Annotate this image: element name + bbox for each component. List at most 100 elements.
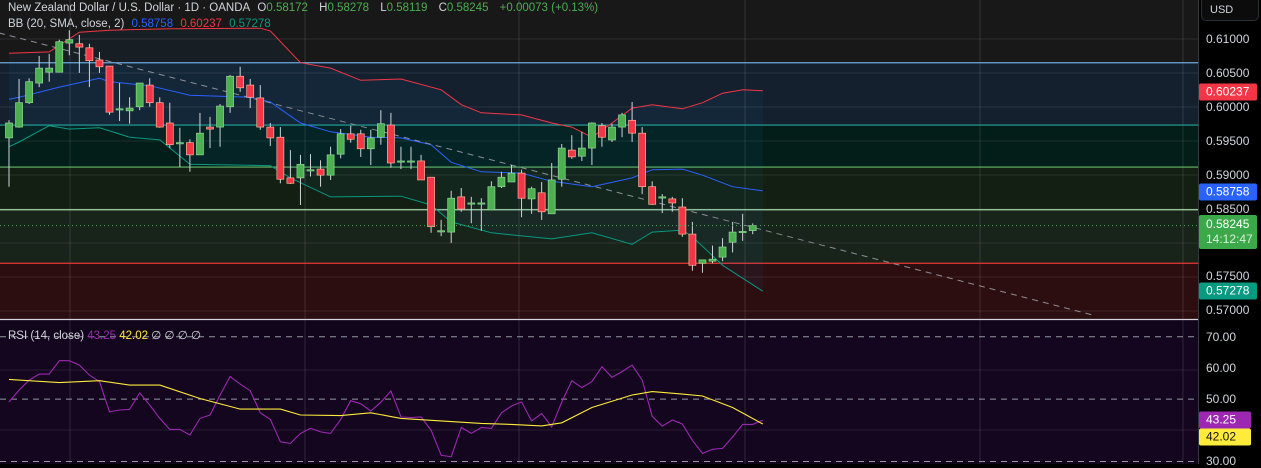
low-label: L [380,2,387,14]
candle-body [296,163,305,179]
candle-body [256,97,265,128]
candle-body [366,137,375,150]
candle-body [397,160,405,163]
price-tick: 0.58500 [1206,202,1250,216]
candle-body [567,149,576,158]
candle-body [145,84,154,104]
candle-body [728,231,737,243]
bar-countdown: 14:12:47 [1206,232,1253,246]
candle-body [286,177,295,184]
candle-body [5,122,13,139]
candle-body [155,102,164,128]
rsi-tick: 30.00 [1206,454,1237,468]
symbol-title[interactable]: New Zealand Dollar / U.S. Dollar · 1D · … [8,2,250,14]
candle-body [316,168,325,176]
bb-legend[interactable]: BB (20, SMA, close, 2) 0.58758 0.60237 0… [8,18,275,30]
change-value: +0.00073 (+0.13%) [499,2,599,14]
candle [105,65,114,115]
candle-body [557,147,566,180]
price-tick: 0.61000 [1206,32,1250,46]
candle-body [638,132,647,188]
candle-body [306,169,315,172]
close-value: 0.58245 [446,2,489,14]
close-label: C [438,2,447,14]
last-price-badge: 0.58245 14:12:47 [1199,215,1257,249]
currency-button[interactable]: USD [1201,0,1259,21]
candle-body [387,124,395,164]
candle-body [477,202,486,205]
rsi-label: RSI (14, close) [8,330,85,342]
bb-basis-badge: 0.58758 [1199,183,1257,201]
bb-lower-value: 0.57278 [229,18,271,30]
candle-body [115,108,124,111]
candle [25,78,33,105]
candle-body [165,122,174,146]
rsi-tick: 70.00 [1206,330,1237,344]
candle-body [206,126,214,130]
candle-body [346,133,355,140]
candle-body [608,126,616,141]
candle-body [75,43,84,48]
last-price: 0.58245 [1206,217,1250,231]
candle-body [135,82,144,108]
candle-body [377,123,385,138]
candle-body [326,154,335,176]
candle-body [598,125,606,138]
candle-body [487,186,496,211]
chart-canvas[interactable] [0,0,1261,464]
candle-body [427,176,435,228]
candle-body [105,65,114,113]
candle-body [95,59,104,68]
rsi-ma-value: 42.02 [119,330,149,342]
candle [638,127,647,195]
candle-body [125,107,134,112]
candle-body [15,102,23,128]
candle [427,176,435,233]
bb-lower-badge: 0.57278 [1199,282,1257,300]
candle-body [698,259,707,264]
low-value: 0.58119 [386,2,428,14]
candle-body [226,75,234,108]
candle-body [25,81,33,104]
candle-body [658,196,667,199]
candle-body [648,186,657,205]
rsi-ma-badge: 42.02 [1199,428,1251,446]
candle-body [618,114,626,128]
candle-body [517,172,526,199]
candle-body [65,39,74,44]
candle-body [527,188,536,200]
candle-body [55,41,64,73]
price-tick: 0.57000 [1206,303,1250,317]
candle-body [588,122,596,149]
candle-body [85,47,94,62]
rsi-extra: ∅ [190,330,201,342]
candle-body [196,132,204,156]
candle-body [407,160,415,163]
candle-body [216,105,224,128]
rsi-value: 43.25 [87,330,117,342]
price-tick: 0.60000 [1206,100,1250,114]
candle-body [708,258,717,262]
candle-body [688,233,697,266]
candle-body [35,67,44,84]
rsi-legend[interactable]: RSI (14, close) 43.25 42.02 ∅ ∅ ∅ ∅ [8,328,201,342]
price-tick: 0.60500 [1206,66,1250,80]
high-value: 0.58278 [327,2,370,14]
price-tick: 0.59000 [1206,168,1250,182]
bb-upper-value: 0.60237 [180,18,222,30]
candle-body [437,230,445,233]
candle-body [236,75,244,89]
candle-body [668,198,677,204]
candle [135,82,144,111]
bb-upper-badge: 0.60237 [1199,83,1257,101]
candle-body [547,179,556,215]
candle-body [577,147,586,157]
candle-body [447,197,456,233]
candle-body [748,225,757,231]
candle-body [246,84,255,98]
candle-body [738,231,747,233]
rsi-badge: 43.25 [1199,411,1251,429]
price-tick: 0.59500 [1206,134,1250,148]
candle-body [497,176,506,188]
candle-body [336,133,345,155]
